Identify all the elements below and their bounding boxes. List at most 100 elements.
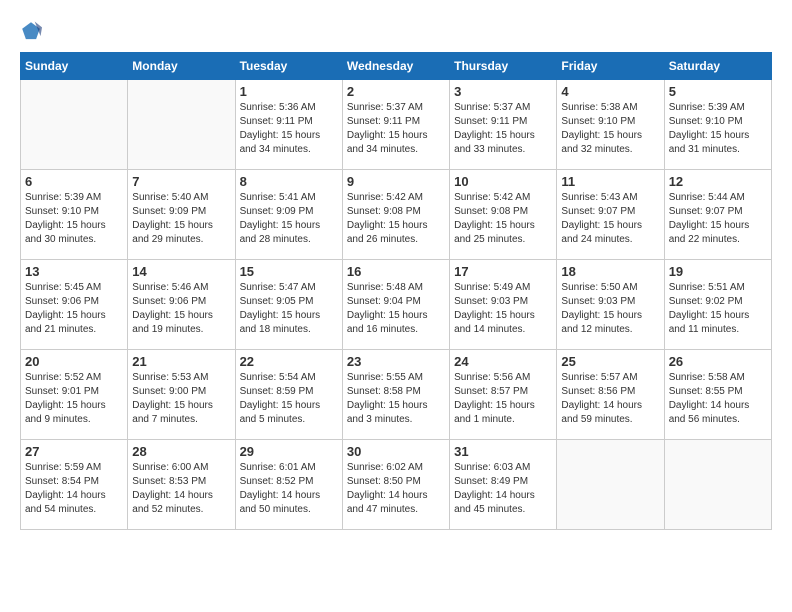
cell-content: Sunrise: 5:53 AM Sunset: 9:00 PM Dayligh…	[132, 371, 230, 427]
day-number: 31	[454, 444, 552, 459]
day-number: 19	[669, 264, 767, 279]
day-number: 12	[669, 174, 767, 189]
calendar-cell: 10Sunrise: 5:42 AM Sunset: 9:08 PM Dayli…	[450, 170, 557, 260]
day-number: 23	[347, 354, 445, 369]
calendar-cell: 18 Sunrise: 5:50 AM Sunset: 9:03 PM Dayli…	[557, 260, 664, 350]
calendar-cell: 20 Sunrise: 5:52 AM Sunset: 9:01 PM Dayli…	[21, 350, 128, 440]
calendar-cell: 16 Sunrise: 5:48 AM Sunset: 9:04 PM Dayli…	[342, 260, 449, 350]
day-number: 18	[561, 264, 659, 279]
cell-content: Sunrise: 5:58 AM Sunset: 8:55 PM Dayligh…	[669, 371, 767, 427]
calendar-cell: 8Sunrise: 5:41 AM Sunset: 9:09 PM Daylig…	[235, 170, 342, 260]
weekday-header-friday: Friday	[557, 53, 664, 80]
weekday-header-saturday: Saturday	[664, 53, 771, 80]
calendar-cell: 3Sunrise: 5:37 AM Sunset: 9:11 PM Daylig…	[450, 80, 557, 170]
cell-content: Sunrise: 5:54 AM Sunset: 8:59 PM Dayligh…	[240, 371, 338, 427]
calendar-cell: 29 Sunrise: 6:01 AM Sunset: 8:52 PM Dayli…	[235, 440, 342, 530]
day-number: 28	[132, 444, 230, 459]
day-number: 17	[454, 264, 552, 279]
logo	[20, 20, 46, 42]
calendar-week-row: 13 Sunrise: 5:45 AM Sunset: 9:06 PM Dayli…	[21, 260, 772, 350]
cell-content: Sunrise: 5:47 AM Sunset: 9:05 PM Dayligh…	[240, 281, 338, 337]
calendar-week-row: 27 Sunrise: 5:59 AM Sunset: 8:54 PM Dayli…	[21, 440, 772, 530]
cell-content: Sunrise: 5:50 AM Sunset: 9:03 PM Dayligh…	[561, 281, 659, 337]
day-number: 21	[132, 354, 230, 369]
cell-content: Sunrise: 5:55 AM Sunset: 8:58 PM Dayligh…	[347, 371, 445, 427]
cell-content: Sunrise: 5:42 AM Sunset: 9:08 PM Dayligh…	[454, 191, 552, 247]
calendar-cell: 22 Sunrise: 5:54 AM Sunset: 8:59 PM Dayli…	[235, 350, 342, 440]
cell-content: Sunrise: 5:37 AM Sunset: 9:11 PM Dayligh…	[454, 101, 552, 157]
calendar-cell: 31 Sunrise: 6:03 AM Sunset: 8:49 PM Dayli…	[450, 440, 557, 530]
day-number: 27	[25, 444, 123, 459]
calendar-cell: 1 Sunrise: 5:36 AM Sunset: 9:11 PM Daylig…	[235, 80, 342, 170]
cell-content: Sunrise: 5:52 AM Sunset: 9:01 PM Dayligh…	[25, 371, 123, 427]
cell-content: Sunrise: 5:46 AM Sunset: 9:06 PM Dayligh…	[132, 281, 230, 337]
calendar-cell: 7 Sunrise: 5:40 AM Sunset: 9:09 PM Daylig…	[128, 170, 235, 260]
calendar-week-row: 20 Sunrise: 5:52 AM Sunset: 9:01 PM Dayli…	[21, 350, 772, 440]
calendar-cell: 23 Sunrise: 5:55 AM Sunset: 8:58 PM Dayli…	[342, 350, 449, 440]
calendar-cell: 19 Sunrise: 5:51 AM Sunset: 9:02 PM Dayli…	[664, 260, 771, 350]
calendar-cell: 21 Sunrise: 5:53 AM Sunset: 9:00 PM Dayli…	[128, 350, 235, 440]
day-number: 11	[561, 174, 659, 189]
cell-content: Sunrise: 5:59 AM Sunset: 8:54 PM Dayligh…	[25, 461, 123, 517]
cell-content: Sunrise: 5:38 AM Sunset: 9:10 PM Dayligh…	[561, 101, 659, 157]
cell-content: Sunrise: 5:37 AM Sunset: 9:11 PM Dayligh…	[347, 101, 445, 157]
calendar-cell: 13 Sunrise: 5:45 AM Sunset: 9:06 PM Dayli…	[21, 260, 128, 350]
cell-content: Sunrise: 5:36 AM Sunset: 9:11 PM Dayligh…	[240, 101, 338, 157]
calendar-cell: 14 Sunrise: 5:46 AM Sunset: 9:06 PM Dayli…	[128, 260, 235, 350]
weekday-header-monday: Monday	[128, 53, 235, 80]
day-number: 29	[240, 444, 338, 459]
day-number: 13	[25, 264, 123, 279]
cell-content: Sunrise: 6:00 AM Sunset: 8:53 PM Dayligh…	[132, 461, 230, 517]
calendar-cell: 28 Sunrise: 6:00 AM Sunset: 8:53 PM Dayli…	[128, 440, 235, 530]
weekday-header-thursday: Thursday	[450, 53, 557, 80]
calendar-cell: 25 Sunrise: 5:57 AM Sunset: 8:56 PM Dayli…	[557, 350, 664, 440]
calendar-cell: 9 Sunrise: 5:42 AM Sunset: 9:08 PM Daylig…	[342, 170, 449, 260]
calendar-table: SundayMondayTuesdayWednesdayThursdayFrid…	[20, 52, 772, 530]
cell-content: Sunrise: 5:39 AM Sunset: 9:10 PM Dayligh…	[25, 191, 123, 247]
cell-content: Sunrise: 5:48 AM Sunset: 9:04 PM Dayligh…	[347, 281, 445, 337]
calendar-cell: 11 Sunrise: 5:43 AM Sunset: 9:07 PM Dayli…	[557, 170, 664, 260]
day-number: 25	[561, 354, 659, 369]
day-number: 24	[454, 354, 552, 369]
day-number: 8	[240, 174, 338, 189]
day-number: 22	[240, 354, 338, 369]
day-number: 26	[669, 354, 767, 369]
cell-content: Sunrise: 5:43 AM Sunset: 9:07 PM Dayligh…	[561, 191, 659, 247]
day-number: 15	[240, 264, 338, 279]
calendar-cell: 30 Sunrise: 6:02 AM Sunset: 8:50 PM Dayli…	[342, 440, 449, 530]
weekday-header-wednesday: Wednesday	[342, 53, 449, 80]
day-number: 30	[347, 444, 445, 459]
calendar-cell: 4 Sunrise: 5:38 AM Sunset: 9:10 PM Daylig…	[557, 80, 664, 170]
cell-content: Sunrise: 5:49 AM Sunset: 9:03 PM Dayligh…	[454, 281, 552, 337]
cell-content: Sunrise: 5:45 AM Sunset: 9:06 PM Dayligh…	[25, 281, 123, 337]
cell-content: Sunrise: 6:01 AM Sunset: 8:52 PM Dayligh…	[240, 461, 338, 517]
day-number: 5	[669, 84, 767, 99]
calendar-cell: 6Sunrise: 5:39 AM Sunset: 9:10 PM Daylig…	[21, 170, 128, 260]
calendar-cell: 5 Sunrise: 5:39 AM Sunset: 9:10 PM Daylig…	[664, 80, 771, 170]
day-number: 1	[240, 84, 338, 99]
cell-content: Sunrise: 6:03 AM Sunset: 8:49 PM Dayligh…	[454, 461, 552, 517]
day-number: 14	[132, 264, 230, 279]
calendar-cell	[664, 440, 771, 530]
cell-content: Sunrise: 5:51 AM Sunset: 9:02 PM Dayligh…	[669, 281, 767, 337]
day-number: 9	[347, 174, 445, 189]
day-number: 7	[132, 174, 230, 189]
weekday-header-sunday: Sunday	[21, 53, 128, 80]
calendar-cell: 26 Sunrise: 5:58 AM Sunset: 8:55 PM Dayli…	[664, 350, 771, 440]
calendar-cell: 27 Sunrise: 5:59 AM Sunset: 8:54 PM Dayli…	[21, 440, 128, 530]
day-number: 20	[25, 354, 123, 369]
calendar-cell	[557, 440, 664, 530]
day-number: 4	[561, 84, 659, 99]
cell-content: Sunrise: 5:42 AM Sunset: 9:08 PM Dayligh…	[347, 191, 445, 247]
cell-content: Sunrise: 5:39 AM Sunset: 9:10 PM Dayligh…	[669, 101, 767, 157]
calendar-cell: 15 Sunrise: 5:47 AM Sunset: 9:05 PM Dayli…	[235, 260, 342, 350]
calendar-cell: 24Sunrise: 5:56 AM Sunset: 8:57 PM Dayli…	[450, 350, 557, 440]
cell-content: Sunrise: 6:02 AM Sunset: 8:50 PM Dayligh…	[347, 461, 445, 517]
cell-content: Sunrise: 5:44 AM Sunset: 9:07 PM Dayligh…	[669, 191, 767, 247]
calendar-week-row: 6Sunrise: 5:39 AM Sunset: 9:10 PM Daylig…	[21, 170, 772, 260]
weekday-header-row: SundayMondayTuesdayWednesdayThursdayFrid…	[21, 53, 772, 80]
cell-content: Sunrise: 5:40 AM Sunset: 9:09 PM Dayligh…	[132, 191, 230, 247]
day-number: 16	[347, 264, 445, 279]
cell-content: Sunrise: 5:57 AM Sunset: 8:56 PM Dayligh…	[561, 371, 659, 427]
calendar-week-row: 1 Sunrise: 5:36 AM Sunset: 9:11 PM Daylig…	[21, 80, 772, 170]
